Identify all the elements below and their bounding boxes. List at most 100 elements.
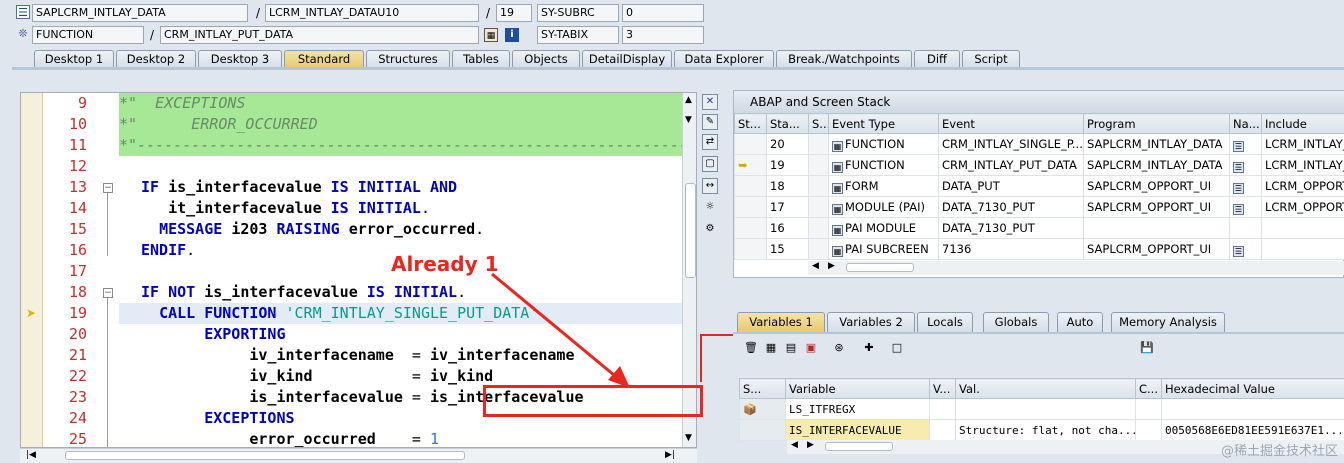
tab-structures[interactable]: Structures <box>366 50 450 68</box>
new-tool-icon[interactable]: ✎ <box>702 114 718 130</box>
scroll-right-icon[interactable]: ▶| <box>665 450 675 460</box>
maximize-icon[interactable]: ▢ <box>702 156 718 172</box>
variable-name-cell[interactable]: LS_ITFREGX <box>785 398 930 420</box>
column-header[interactable]: Program <box>1083 113 1230 134</box>
tab-desktop-3[interactable]: Desktop 3 <box>198 50 282 68</box>
move-icon[interactable]: ✚ <box>861 340 877 356</box>
code-line[interactable]: 16 ENDIF. <box>21 240 681 261</box>
tab-globals[interactable]: Globals <box>983 312 1049 332</box>
tab-standard[interactable]: Standard <box>284 50 364 68</box>
column-header[interactable]: Sta... <box>766 113 809 134</box>
h-scroll-thumb[interactable] <box>825 442 893 451</box>
code-line[interactable]: 25 error_occurred = 1 <box>21 429 681 447</box>
table-row[interactable]: 17 ▦ MODULE (PAI) DATA_7130_PUT SAPLCRM_OPPO… <box>734 196 1344 218</box>
column-header[interactable]: Hexadecimal Value <box>1161 378 1344 399</box>
info-icon[interactable]: i <box>505 28 519 42</box>
table-cell[interactable] <box>734 133 767 155</box>
navigate-icon[interactable]: ☰ <box>1233 203 1244 215</box>
table-row[interactable]: 15 ▦ PAI SUBCREEN 7136 SAPLCRM_OPPORT_UI ☰ <box>734 238 1344 260</box>
scroll-down-icon[interactable]: ▼ <box>685 433 692 443</box>
save-icon[interactable]: 💾 <box>1139 340 1155 356</box>
column-header[interactable]: S... <box>808 113 829 134</box>
column-header[interactable]: Include <box>1261 113 1344 134</box>
navigate-icon[interactable]: ☰ <box>1233 245 1244 257</box>
variable-name-cell[interactable]: IS_INTERFACEVALUE <box>785 419 930 441</box>
include-field[interactable]: LCRM_INTLAY_DATAU10 <box>265 4 479 22</box>
tab-variables-1[interactable]: Variables 1 <box>737 312 825 332</box>
sysval-field[interactable]: 0 <box>622 4 704 22</box>
code-line[interactable]: 10 *" ERROR_OCCURRED <box>21 114 681 135</box>
code-line[interactable]: 14 it_interfacevalue IS INITIAL. <box>21 198 681 219</box>
services-icon[interactable]: ☼ <box>702 200 718 216</box>
tab-data-explorer[interactable]: Data Explorer <box>674 50 774 68</box>
code-line[interactable]: 12 <box>21 156 681 177</box>
sysvar-field-2[interactable]: SY-TABIX <box>537 26 619 44</box>
navigate-icon[interactable]: ☰ <box>1233 161 1244 173</box>
tab-break-watchpoints[interactable]: Break./Watchpoints <box>776 50 912 68</box>
tab-auto[interactable]: Auto <box>1057 312 1103 332</box>
table-cell[interactable]: ➥ <box>734 154 767 176</box>
type-field[interactable]: FUNCTION <box>32 26 144 44</box>
stack-hscroll[interactable]: ◀ ▶ <box>808 261 1344 275</box>
doc-icon[interactable]: ▦ <box>763 340 779 356</box>
navigate-icon[interactable]: ☰ <box>1233 140 1244 152</box>
settings-icon[interactable]: ⚙ <box>702 222 718 238</box>
column-header[interactable]: Variable <box>785 378 930 399</box>
column-header[interactable]: C... <box>1135 378 1162 399</box>
table-row[interactable]: 18 ▦ FORM DATA_PUT SAPLCRM_OPPORT_UI ☰ LCRM_OP… <box>734 175 1344 197</box>
code-line[interactable]: 9 *" EXCEPTIONS <box>21 93 681 114</box>
swap-icon[interactable]: ↔ <box>702 178 718 194</box>
scroll-thumb[interactable] <box>685 183 696 278</box>
table-row[interactable]: 📦 LS_ITFREGX <box>739 398 1344 420</box>
table-row[interactable]: 16 ▦ PAI MODULE DATA_7130_PUT <box>734 217 1344 239</box>
tab-locals[interactable]: Locals <box>917 312 973 332</box>
column-header[interactable]: S... <box>739 378 786 399</box>
table-row[interactable]: 20 ▦ FUNCTION CRM_INTLAY_SINGLE_P... SAPLCRM… <box>734 133 1344 155</box>
navigate-icon[interactable]: ☰ <box>1233 182 1244 194</box>
replace-tool-icon[interactable]: ⇄ <box>702 134 718 150</box>
close-icon[interactable]: ✕ <box>702 94 718 110</box>
sysvar-field[interactable]: SY-SUBRC <box>537 4 619 22</box>
column-header[interactable]: Val. <box>955 378 1136 399</box>
code-line[interactable]: 13 IF is_interfacevalue IS INITIAL AND <box>21 177 681 198</box>
scroll-left-icon[interactable]: |◀ <box>26 450 36 460</box>
column-header[interactable]: Event Type <box>828 113 939 134</box>
scroll-left-icon[interactable]: ◀ <box>812 261 819 271</box>
delete-icon[interactable]: 🗑 <box>743 340 759 356</box>
tab-desktop-2[interactable]: Desktop 2 <box>116 50 196 68</box>
new-object-icon[interactable]: □ <box>889 340 905 356</box>
column-header[interactable]: V... <box>929 378 956 399</box>
tab-tables[interactable]: Tables <box>452 50 510 68</box>
scroll-left-icon[interactable]: ◀ <box>791 440 798 450</box>
display-object-icon[interactable]: ▦ <box>484 28 498 42</box>
table-cell[interactable] <box>734 196 767 218</box>
scroll-right-icon[interactable]: ▶ <box>807 440 814 450</box>
tab-desktop-1[interactable]: Desktop 1 <box>34 50 114 68</box>
tab-memory-analysis[interactable]: Memory Analysis <box>1111 312 1225 332</box>
table-cell[interactable] <box>734 175 767 197</box>
column-header[interactable]: St... <box>734 113 767 134</box>
program-field[interactable]: SAPLCRM_INTLAY_DATA <box>32 4 248 22</box>
scroll-up-icon[interactable]: ▲ <box>685 95 692 105</box>
tab-diff[interactable]: Diff <box>914 50 960 68</box>
code-line[interactable]: 11 *"------------------------------------… <box>21 135 696 156</box>
h-scroll-thumb[interactable] <box>65 451 465 460</box>
table-row[interactable]: IS_INTERFACEVALUE Structure: flat, not ch… <box>739 419 1344 441</box>
doc-edit-icon[interactable]: ▤ <box>783 340 799 356</box>
column-header[interactable]: Na... <box>1229 113 1262 134</box>
table-row[interactable]: ➥ 19 ▦ FUNCTION CRM_INTLAY_PUT_DATA SAPLCRM_I… <box>734 154 1344 176</box>
h-scroll-thumb[interactable] <box>846 263 914 272</box>
table-cell[interactable] <box>734 238 767 260</box>
line-field[interactable]: 19 <box>496 4 532 22</box>
tab-script[interactable]: Script <box>962 50 1020 68</box>
tab-detaildisplay[interactable]: DetailDisplay <box>582 50 672 68</box>
doc-flag-icon[interactable]: ▣ <box>803 340 819 356</box>
tree-icon[interactable]: ⊛ <box>831 340 847 356</box>
scroll-down-small-icon[interactable]: ▼ <box>685 115 692 125</box>
scroll-right-icon[interactable]: ▶ <box>828 261 835 271</box>
name-field[interactable]: CRM_INTLAY_PUT_DATA <box>160 26 479 44</box>
tab-variables-2[interactable]: Variables 2 <box>827 312 915 332</box>
sysval-field-2[interactable]: 3 <box>622 26 704 44</box>
editor-horizontal-scrollbar[interactable]: |◀ ▶| <box>20 448 697 463</box>
column-header[interactable]: Event <box>938 113 1084 134</box>
